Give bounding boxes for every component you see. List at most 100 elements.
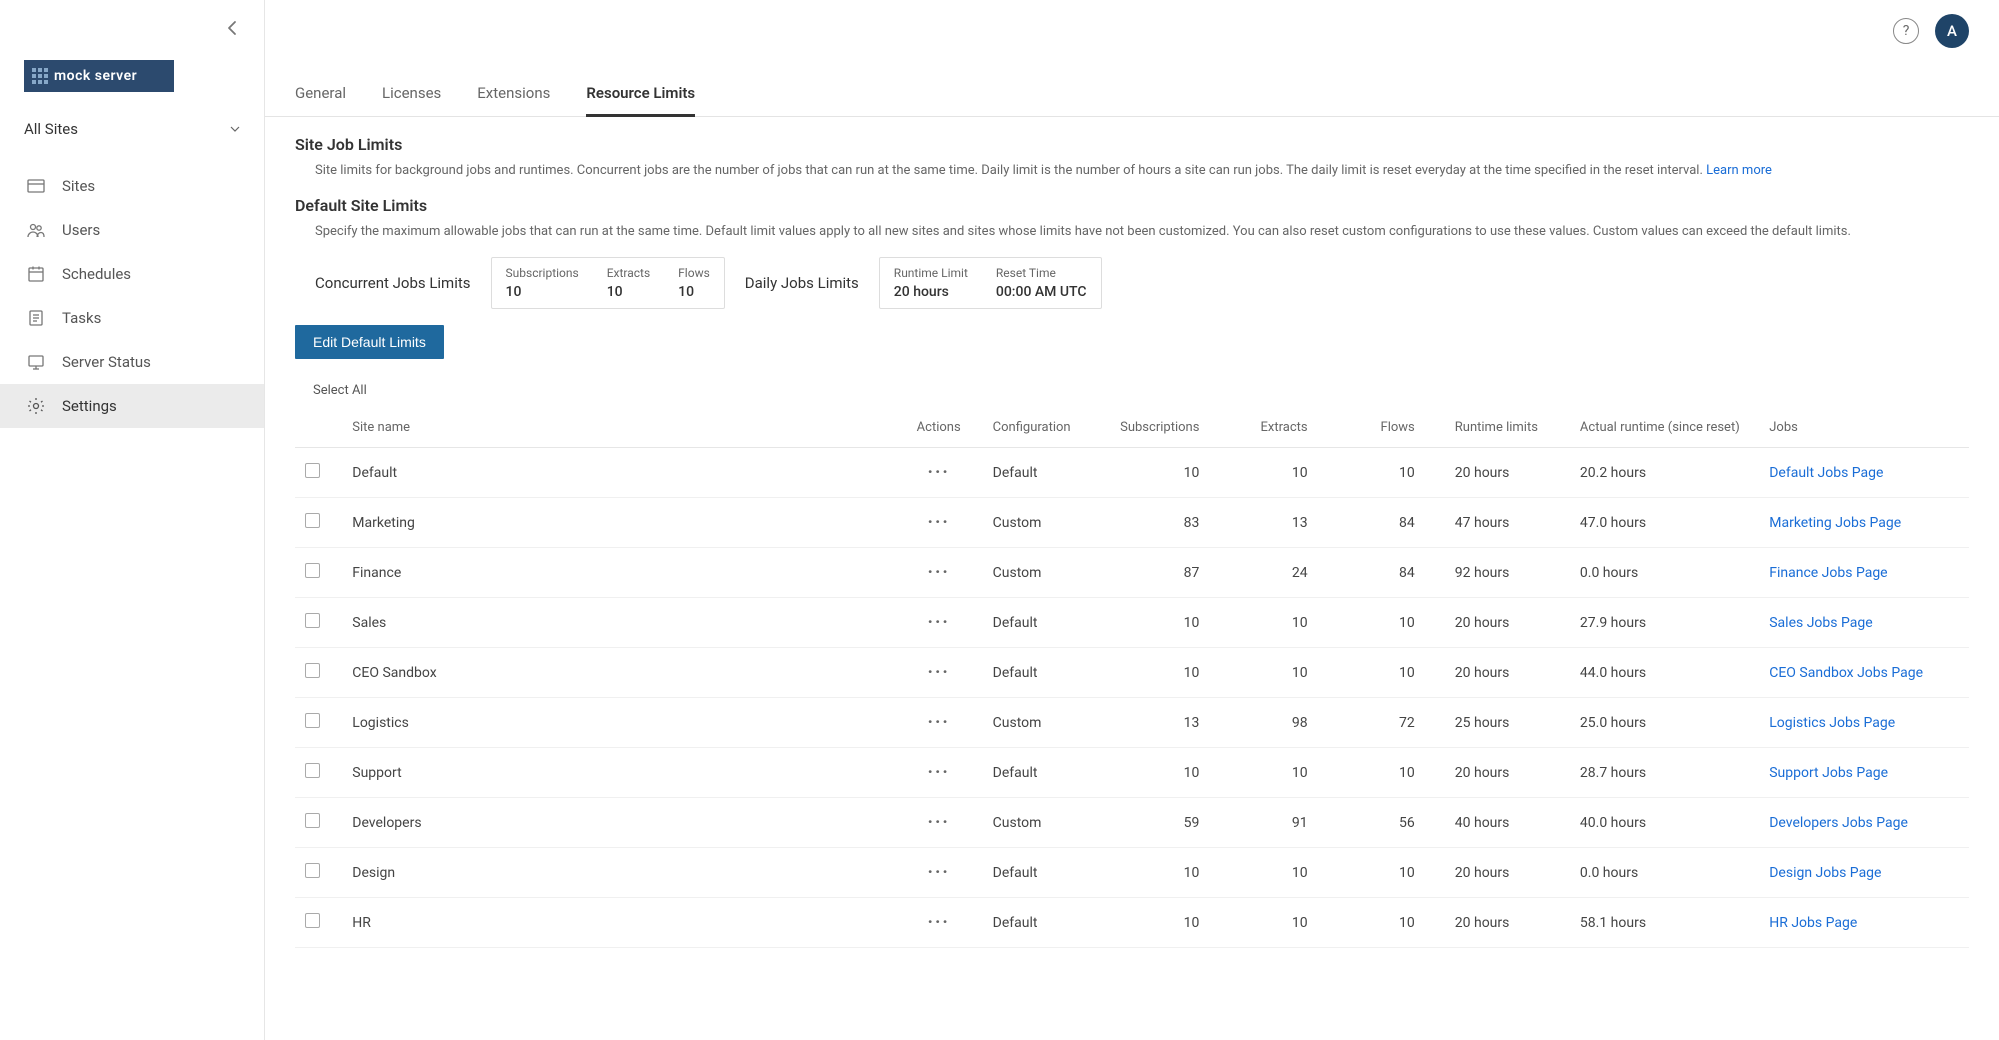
row-checkbox[interactable]	[305, 713, 320, 728]
jobs-page-link[interactable]: Marketing Jobs Page	[1769, 515, 1901, 531]
logo-icon	[32, 68, 48, 84]
sidebar-item-sites[interactable]: Sites	[0, 164, 264, 208]
cell-runtime-limits: 40 hours	[1445, 798, 1570, 848]
col-flows[interactable]: Flows	[1338, 408, 1445, 448]
cell-flows: 10	[1338, 898, 1445, 948]
sidebar-item-settings[interactable]: Settings	[0, 384, 264, 428]
row-checkbox[interactable]	[305, 463, 320, 478]
jobs-page-link[interactable]: Sales Jobs Page	[1769, 615, 1872, 631]
sites-icon	[26, 176, 46, 196]
row-actions-button[interactable]: ···	[928, 662, 950, 683]
col-jobs[interactable]: Jobs	[1759, 408, 1969, 448]
row-actions-button[interactable]: ···	[928, 612, 950, 633]
tab-general[interactable]: General	[295, 84, 346, 116]
row-checkbox[interactable]	[305, 813, 320, 828]
tabs: General Licenses Extensions Resource Lim…	[265, 48, 1999, 117]
jobs-page-link[interactable]: Finance Jobs Page	[1769, 565, 1887, 581]
subscriptions-limit-label: Subscriptions	[506, 266, 579, 280]
jobs-page-link[interactable]: HR Jobs Page	[1769, 915, 1857, 931]
site-job-limits-desc: Site limits for background jobs and runt…	[315, 162, 1949, 180]
logo: mock server	[24, 60, 174, 92]
row-actions-button[interactable]: ···	[928, 512, 950, 533]
cell-actual-runtime: 28.7 hours	[1570, 748, 1759, 798]
cell-flows: 84	[1338, 548, 1445, 598]
cell-actual-runtime: 44.0 hours	[1570, 648, 1759, 698]
row-actions-button[interactable]: ···	[928, 562, 950, 583]
avatar[interactable]: A	[1935, 14, 1969, 48]
sidebar-item-label: Settings	[62, 397, 117, 415]
cell-extracts: 10	[1229, 898, 1337, 948]
sites-table: Site name Actions Configuration Subscrip…	[295, 408, 1969, 948]
runtime-limit-label: Runtime Limit	[894, 266, 968, 280]
col-site-name[interactable]: Site name	[334, 408, 894, 448]
row-actions-button[interactable]: ···	[928, 762, 950, 783]
sidebar-item-tasks[interactable]: Tasks	[0, 296, 264, 340]
cell-site-name: Logistics	[334, 698, 894, 748]
cell-site-name: Design	[334, 848, 894, 898]
chevron-left-icon	[226, 20, 238, 36]
cell-site-name: CEO Sandbox	[334, 648, 894, 698]
row-checkbox[interactable]	[305, 863, 320, 878]
row-actions-button[interactable]: ···	[928, 712, 950, 733]
sidebar-item-label: Users	[62, 221, 100, 239]
jobs-page-link[interactable]: Default Jobs Page	[1769, 465, 1883, 481]
cell-runtime-limits: 20 hours	[1445, 848, 1570, 898]
help-icon: ?	[1903, 23, 1910, 39]
row-checkbox[interactable]	[305, 763, 320, 778]
tab-resource-limits[interactable]: Resource Limits	[586, 84, 695, 117]
sidebar-item-schedules[interactable]: Schedules	[0, 252, 264, 296]
server-status-icon	[26, 352, 46, 372]
subscriptions-limit-value: 10	[506, 284, 579, 300]
col-extracts[interactable]: Extracts	[1229, 408, 1337, 448]
cell-actual-runtime: 40.0 hours	[1570, 798, 1759, 848]
cell-flows: 56	[1338, 798, 1445, 848]
cell-extracts: 10	[1229, 448, 1337, 498]
row-actions-button[interactable]: ···	[928, 812, 950, 833]
concurrent-limits-box: Subscriptions 10 Extracts 10 Flows 10	[491, 257, 725, 309]
row-checkbox[interactable]	[305, 513, 320, 528]
row-actions-button[interactable]: ···	[928, 912, 950, 933]
tab-licenses[interactable]: Licenses	[382, 84, 441, 116]
learn-more-link[interactable]: Learn more	[1706, 163, 1772, 178]
cell-runtime-limits: 20 hours	[1445, 448, 1570, 498]
table-row: Developers···Custom59915640 hours40.0 ho…	[295, 798, 1969, 848]
col-actual-runtime[interactable]: Actual runtime (since reset)	[1570, 408, 1759, 448]
row-checkbox[interactable]	[305, 663, 320, 678]
users-icon	[26, 220, 46, 240]
sidebar-item-server-status[interactable]: Server Status	[0, 340, 264, 384]
col-runtime-limits[interactable]: Runtime limits	[1445, 408, 1570, 448]
sidebar-collapse-button[interactable]	[218, 14, 246, 42]
row-checkbox[interactable]	[305, 913, 320, 928]
table-row: Support···Default10101020 hours28.7 hour…	[295, 748, 1969, 798]
tab-extensions[interactable]: Extensions	[477, 84, 550, 116]
jobs-page-link[interactable]: Design Jobs Page	[1769, 865, 1881, 881]
select-all-link[interactable]: Select All	[313, 383, 1969, 398]
cell-runtime-limits: 20 hours	[1445, 898, 1570, 948]
site-job-limits-title: Site Job Limits	[295, 135, 1969, 154]
cell-site-name: HR	[334, 898, 894, 948]
jobs-page-link[interactable]: Logistics Jobs Page	[1769, 715, 1895, 731]
col-subscriptions[interactable]: Subscriptions	[1110, 408, 1229, 448]
cell-runtime-limits: 20 hours	[1445, 598, 1570, 648]
site-selector[interactable]: All Sites	[24, 120, 240, 138]
cell-runtime-limits: 20 hours	[1445, 748, 1570, 798]
cell-site-name: Finance	[334, 548, 894, 598]
edit-default-limits-button[interactable]: Edit Default Limits	[295, 325, 444, 359]
row-checkbox[interactable]	[305, 613, 320, 628]
default-site-limits-title: Default Site Limits	[295, 196, 1969, 215]
help-button[interactable]: ?	[1893, 18, 1919, 44]
cell-extracts: 91	[1229, 798, 1337, 848]
sidebar-item-users[interactable]: Users	[0, 208, 264, 252]
row-actions-button[interactable]: ···	[928, 862, 950, 883]
jobs-page-link[interactable]: Developers Jobs Page	[1769, 815, 1908, 831]
row-checkbox[interactable]	[305, 563, 320, 578]
sidebar-item-label: Sites	[62, 177, 95, 195]
jobs-page-link[interactable]: Support Jobs Page	[1769, 765, 1888, 781]
row-actions-button[interactable]: ···	[928, 462, 950, 483]
col-configuration[interactable]: Configuration	[983, 408, 1110, 448]
col-actions[interactable]: Actions	[895, 408, 983, 448]
jobs-page-link[interactable]: CEO Sandbox Jobs Page	[1769, 665, 1923, 681]
cell-site-name: Developers	[334, 798, 894, 848]
cell-subscriptions: 59	[1110, 798, 1229, 848]
concurrent-jobs-label: Concurrent Jobs Limits	[315, 274, 471, 292]
